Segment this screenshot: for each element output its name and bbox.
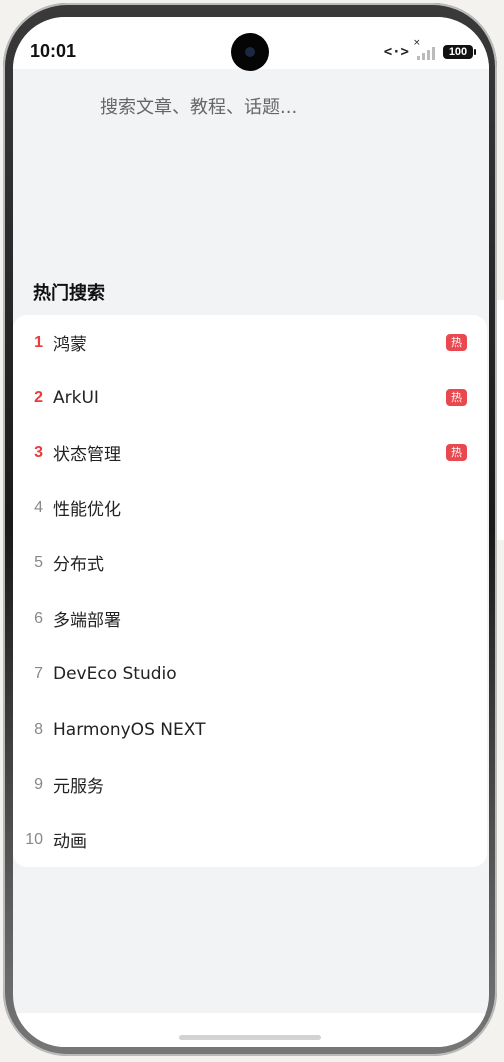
hot-search-list: 1 鸿蒙 热 2 ArkUI 热 3 状态管理 热 4 性能优化 5 分布式 6… [13,315,487,867]
battery-icon: 100 [443,45,476,59]
home-indicator[interactable] [179,1035,321,1040]
rank-number: 1 [34,333,43,351]
hot-badge: 热 [446,334,467,351]
phone-frame: 10:01 <·> × 100 搜索文章、教程、话题... 热门搜索 1 鸿蒙 [3,3,497,1056]
rank-number: 10 [25,830,43,848]
status-time: 10:01 [30,41,77,61]
list-item[interactable]: 2 ArkUI 热 [13,370,487,425]
search-term: 分布式 [53,555,104,575]
bottom-bar [13,1013,489,1047]
rank-number: 7 [34,664,43,682]
search-term: ArkUI [53,387,99,408]
list-item[interactable]: 8 HarmonyOS NEXT [13,702,487,757]
rank-number: 3 [34,443,43,461]
list-item[interactable]: 3 状态管理 热 [13,425,487,480]
rank-number: 8 [34,720,43,738]
search-term: 元服务 [53,777,104,797]
search-term: DevEco Studio [53,663,177,684]
list-item[interactable]: 1 鸿蒙 热 [13,315,487,370]
search-term: HarmonyOS NEXT [53,719,206,740]
list-item[interactable]: 7 DevEco Studio [13,646,487,701]
status-icons: <·> × 100 [383,38,476,61]
hot-search-title: 热门搜索 [33,283,105,304]
rank-number: 9 [34,775,43,793]
search-term: 动画 [53,832,87,852]
list-item[interactable]: 4 性能优化 [13,480,487,535]
rank-number: 5 [34,553,43,571]
hot-badge: 热 [446,444,467,461]
status-bar: 10:01 <·> × 100 [13,17,489,71]
search-term: 状态管理 [53,445,121,465]
list-item[interactable]: 9 元服务 [13,757,487,812]
search-term: 多端部署 [53,611,121,631]
rank-number: 2 [34,388,43,406]
search-term: 性能优化 [53,500,121,520]
signal-icon: × [413,38,437,60]
search-term: 鸿蒙 [53,335,87,355]
hot-badge: 热 [446,389,467,406]
rank-number: 4 [34,498,43,516]
rank-number: 6 [34,609,43,627]
list-item[interactable]: 10 动画 [13,812,487,867]
search-input[interactable]: 搜索文章、教程、话题... [100,93,297,119]
list-item[interactable]: 6 多端部署 [13,591,487,646]
data-transfer-icon: <·> [383,44,409,60]
front-camera [231,33,269,71]
app-screen: 10:01 <·> × 100 搜索文章、教程、话题... 热门搜索 1 鸿蒙 [13,17,489,1047]
list-item[interactable]: 5 分布式 [13,535,487,590]
